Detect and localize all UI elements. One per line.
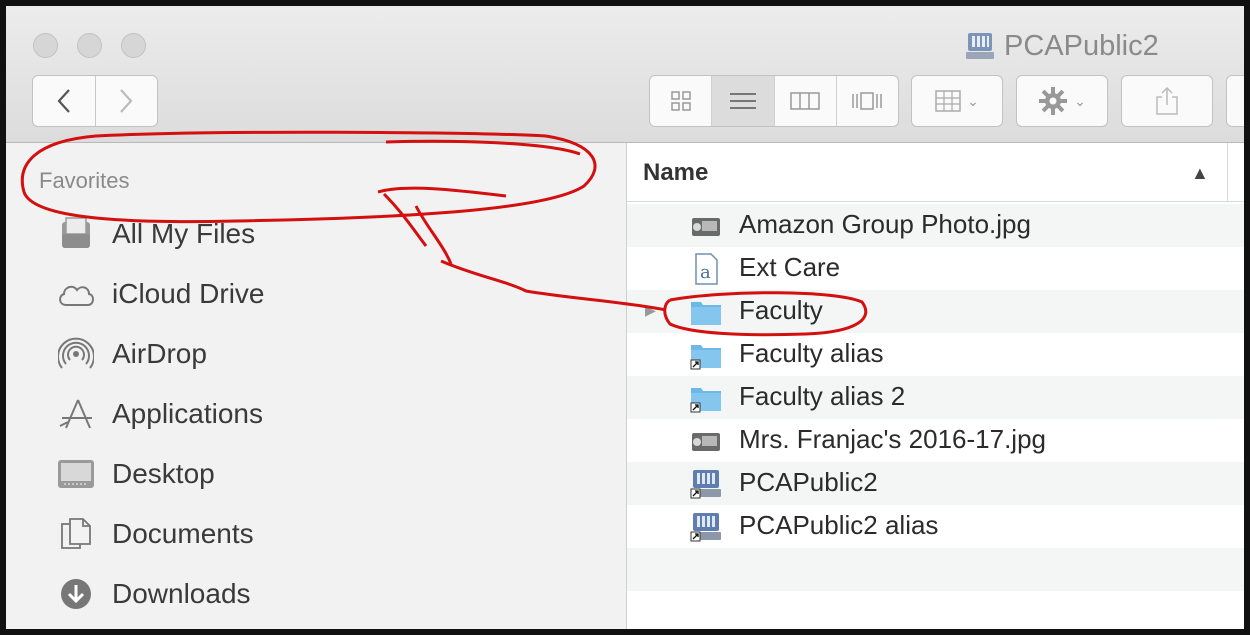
sidebar-item-label: All My Files xyxy=(112,218,256,249)
share-icon xyxy=(1156,86,1178,115)
sidebar: Favorites All My Files iCloud Drive AirD… xyxy=(6,143,627,629)
sidebar-item-label: Applications xyxy=(112,398,263,429)
chevron-down-icon: ⌄ xyxy=(1074,92,1086,109)
columns-icon xyxy=(790,92,820,110)
sidebar-item-label: Documents xyxy=(112,518,254,549)
cover-flow-icon xyxy=(852,92,883,110)
share-button[interactable] xyxy=(1121,75,1213,127)
sort-ascending-icon[interactable]: ▲ xyxy=(1191,163,1209,184)
back-forward-control xyxy=(32,75,158,127)
view-mode-control xyxy=(649,75,899,127)
server-alias-icon xyxy=(690,513,721,542)
window-title: PCAPublic2 xyxy=(1004,29,1159,62)
list-item[interactable]: PCAPublic2 xyxy=(627,462,1244,505)
name-column-header[interactable]: Name ▲ xyxy=(627,143,1244,202)
file-name: Ext Care xyxy=(739,252,841,282)
file-name: PCAPublic2 xyxy=(739,467,878,497)
sidebar-item-label: iCloud Drive xyxy=(112,278,265,309)
list-lines-icon xyxy=(729,93,756,109)
downloads-icon xyxy=(61,579,91,609)
file-name: PCAPublic2 alias xyxy=(739,510,939,540)
cloud-icon xyxy=(59,285,94,306)
sidebar-item-icloud-drive[interactable]: iCloud Drive xyxy=(54,271,265,317)
list-item[interactable]: PCAPublic2 alias xyxy=(627,505,1244,548)
list-item[interactable]: Faculty alias 2 xyxy=(627,376,1244,419)
close-window-button[interactable] xyxy=(33,33,58,58)
sidebar-item-desktop[interactable]: Desktop xyxy=(54,451,215,497)
tags-button[interactable] xyxy=(1226,75,1244,127)
all-files-icon xyxy=(62,217,90,248)
list-item[interactable]: Amazon Group Photo.jpg xyxy=(627,204,1244,247)
sidebar-item-applications[interactable]: Applications xyxy=(54,391,263,437)
column-view-button[interactable] xyxy=(773,76,836,126)
server-alias-icon xyxy=(690,470,721,499)
column-divider xyxy=(1227,143,1228,201)
sidebar-item-label: Desktop xyxy=(112,458,215,489)
image-file-icon xyxy=(692,218,720,236)
finder-window: PCAPublic2 ⌄ ⌄ Favorites All My Files iC… xyxy=(0,0,1250,635)
sidebar-item-all-my-files[interactable]: All My Files xyxy=(54,211,255,257)
desktop-icon xyxy=(58,460,94,488)
file-name: Faculty alias 2 xyxy=(739,381,906,411)
applications-icon xyxy=(59,399,92,429)
folder-alias-icon xyxy=(690,345,721,370)
arrange-grid-icon xyxy=(935,90,961,112)
sidebar-item-label: AirDrop xyxy=(112,338,207,369)
list-item[interactable]: ▶ Faculty xyxy=(627,290,1244,333)
sidebar-item-downloads[interactable]: Downloads xyxy=(54,571,251,617)
folder-alias-icon xyxy=(690,388,721,413)
favorites-header: Favorites xyxy=(39,168,130,193)
gear-icon xyxy=(1039,87,1068,115)
list-view-button[interactable] xyxy=(711,76,774,126)
sidebar-item-label: Downloads xyxy=(112,578,251,609)
file-list: Name ▲ Amazon Group Photo.jpg a Ext Care… xyxy=(627,143,1244,629)
column-header-label: Name xyxy=(643,159,709,186)
disclosure-triangle-icon[interactable]: ▶ xyxy=(645,302,656,319)
chevron-down-icon: ⌄ xyxy=(967,92,979,109)
folder-icon xyxy=(691,302,721,325)
action-menu-button[interactable]: ⌄ xyxy=(1016,75,1108,127)
list-item[interactable]: a Ext Care xyxy=(627,247,1244,290)
file-name: Faculty alias xyxy=(739,338,884,368)
file-name: Mrs. Franjac's 2016-17.jpg xyxy=(739,424,1046,454)
chevron-left-icon xyxy=(57,89,70,113)
server-icon xyxy=(966,33,994,59)
icon-grid-icon xyxy=(670,91,691,111)
window-title-area: PCAPublic2 xyxy=(966,26,1159,66)
image-file-icon xyxy=(692,433,720,451)
cover-flow-button[interactable] xyxy=(835,76,898,126)
toolbar: PCAPublic2 ⌄ ⌄ xyxy=(6,6,1244,143)
file-name: Amazon Group Photo.jpg xyxy=(739,209,1031,239)
chevron-right-icon xyxy=(120,89,133,113)
sidebar-item-airdrop[interactable]: AirDrop xyxy=(54,331,207,377)
airdrop-icon xyxy=(58,337,94,369)
text-file-icon: a xyxy=(695,253,718,285)
sidebar-item-documents[interactable]: Documents xyxy=(54,511,254,557)
svg-text:a: a xyxy=(700,262,711,283)
arrange-button[interactable]: ⌄ xyxy=(911,75,1003,127)
forward-button[interactable] xyxy=(94,76,158,126)
list-item[interactable]: Faculty alias xyxy=(627,333,1244,376)
documents-icon xyxy=(61,518,91,549)
empty-row xyxy=(627,548,1244,591)
list-item[interactable]: Mrs. Franjac's 2016-17.jpg xyxy=(627,419,1244,462)
file-name: Faculty xyxy=(739,295,823,325)
minimize-window-button[interactable] xyxy=(77,33,102,58)
zoom-window-button[interactable] xyxy=(121,33,146,58)
back-button[interactable] xyxy=(33,76,95,126)
icon-view-button[interactable] xyxy=(650,76,711,126)
